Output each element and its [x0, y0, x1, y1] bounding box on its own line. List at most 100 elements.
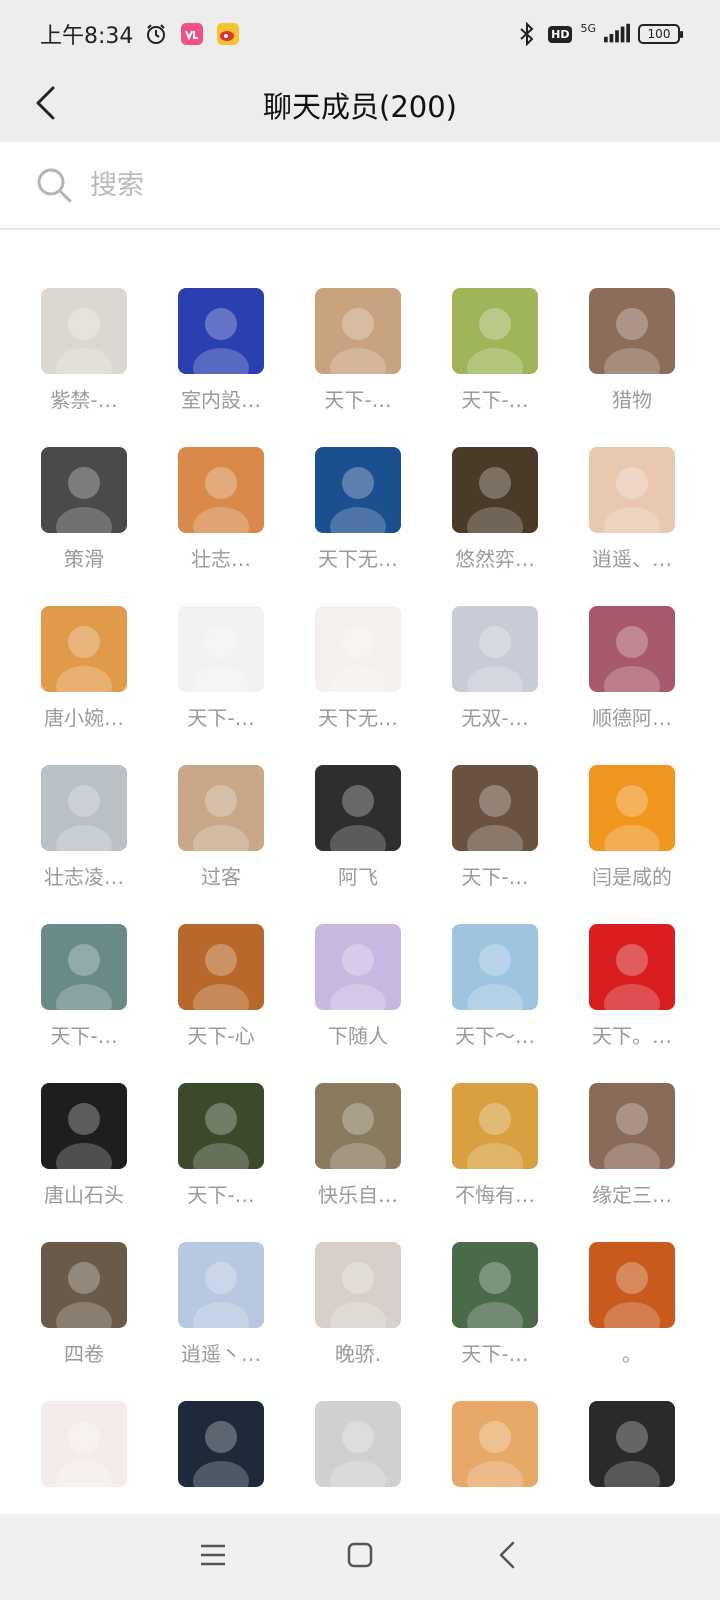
- member-item[interactable]: 悠然弈…: [427, 447, 564, 588]
- member-name: 壮志…: [191, 547, 251, 571]
- member-item[interactable]: 天下-心: [153, 924, 290, 1065]
- member-item[interactable]: 无双-…: [427, 606, 564, 747]
- member-item[interactable]: 晚骄.: [290, 1242, 427, 1383]
- member-avatar[interactable]: [178, 1401, 264, 1487]
- member-avatar[interactable]: [315, 288, 401, 374]
- member-item[interactable]: 紫禁-…: [16, 288, 153, 429]
- member-avatar[interactable]: [452, 1401, 538, 1487]
- member-avatar[interactable]: [41, 924, 127, 1010]
- member-avatar[interactable]: [315, 924, 401, 1010]
- avatar-image: [467, 467, 523, 533]
- search-input[interactable]: [90, 169, 650, 201]
- member-item[interactable]: 过客: [153, 765, 290, 906]
- member-item[interactable]: 天下-…: [427, 288, 564, 429]
- member-avatar[interactable]: [315, 447, 401, 533]
- avatar-image: [467, 1103, 523, 1169]
- member-name: 天下-…: [50, 1024, 118, 1048]
- member-item[interactable]: 下随人: [290, 924, 427, 1065]
- member-avatar[interactable]: [41, 1242, 127, 1328]
- member-avatar[interactable]: [178, 924, 264, 1010]
- avatar-image: [604, 944, 660, 1010]
- member-avatar[interactable]: [589, 606, 675, 692]
- member-item[interactable]: 阿飞: [290, 765, 427, 906]
- chevron-left-icon: [33, 85, 57, 125]
- member-avatar[interactable]: [178, 1083, 264, 1169]
- member-item[interactable]: 天下无…: [290, 606, 427, 747]
- member-avatar[interactable]: [452, 765, 538, 851]
- member-item[interactable]: 四卷: [16, 1242, 153, 1383]
- member-avatar[interactable]: [178, 1242, 264, 1328]
- member-item[interactable]: 天下-…: [153, 606, 290, 747]
- member-item[interactable]: 缘定三…: [564, 1083, 701, 1224]
- avatar-image: [467, 626, 523, 692]
- member-avatar[interactable]: [41, 447, 127, 533]
- member-avatar[interactable]: [178, 606, 264, 692]
- member-avatar[interactable]: [452, 288, 538, 374]
- member-avatar[interactable]: [589, 1401, 675, 1487]
- member-item[interactable]: 天下。…: [564, 924, 701, 1065]
- member-item[interactable]: [427, 1401, 564, 1514]
- member-avatar[interactable]: [589, 447, 675, 533]
- member-avatar[interactable]: [41, 1401, 127, 1487]
- back-button[interactable]: [22, 82, 68, 128]
- member-name: 缘定三…: [592, 1183, 672, 1207]
- member-avatar[interactable]: [178, 765, 264, 851]
- member-avatar[interactable]: [178, 447, 264, 533]
- member-item[interactable]: 快乐自…: [290, 1083, 427, 1224]
- member-grid-area[interactable]: 紫禁-… 室内設… 天下-… 天下-… 猎物 策滑 壮志… 天下无… 悠然弈… 逍遥、… 唐小婉… 天…: [0, 232, 720, 1514]
- member-item[interactable]: 顺德阿…: [564, 606, 701, 747]
- member-avatar[interactable]: [315, 765, 401, 851]
- member-avatar[interactable]: [589, 288, 675, 374]
- member-item[interactable]: 唐山石头: [16, 1083, 153, 1224]
- member-avatar[interactable]: [315, 1242, 401, 1328]
- member-avatar[interactable]: [452, 924, 538, 1010]
- member-avatar[interactable]: [41, 288, 127, 374]
- avatar-image: [330, 944, 386, 1010]
- member-avatar[interactable]: [315, 1083, 401, 1169]
- member-item[interactable]: 天下-…: [16, 924, 153, 1065]
- avatar-image: [604, 1421, 660, 1487]
- member-item[interactable]: 。: [564, 1242, 701, 1383]
- member-item[interactable]: 天下～…: [427, 924, 564, 1065]
- member-item[interactable]: 策滑: [16, 447, 153, 588]
- member-avatar[interactable]: [452, 447, 538, 533]
- member-avatar[interactable]: [41, 765, 127, 851]
- menu-button[interactable]: [183, 1527, 243, 1587]
- member-item[interactable]: 猎物: [564, 288, 701, 429]
- member-avatar[interactable]: [589, 1083, 675, 1169]
- member-name: 天下-…: [461, 1342, 529, 1366]
- member-item[interactable]: [16, 1401, 153, 1514]
- member-item[interactable]: 天下-…: [290, 288, 427, 429]
- search-bar[interactable]: [0, 142, 720, 230]
- member-item[interactable]: 天下-…: [427, 1242, 564, 1383]
- member-avatar[interactable]: [452, 606, 538, 692]
- member-item[interactable]: [564, 1401, 701, 1514]
- system-back-button[interactable]: [477, 1527, 537, 1587]
- member-item[interactable]: 天下-…: [427, 765, 564, 906]
- member-item[interactable]: 室内設…: [153, 288, 290, 429]
- member-avatar[interactable]: [315, 606, 401, 692]
- member-avatar[interactable]: [589, 765, 675, 851]
- member-name: 紫禁-…: [50, 388, 118, 412]
- member-avatar[interactable]: [41, 606, 127, 692]
- member-item[interactable]: 逍遥丶…: [153, 1242, 290, 1383]
- member-item[interactable]: 天下-…: [153, 1083, 290, 1224]
- member-item[interactable]: 天下无…: [290, 447, 427, 588]
- avatar-image: [56, 1421, 112, 1487]
- member-avatar[interactable]: [452, 1242, 538, 1328]
- member-item[interactable]: 逍遥、…: [564, 447, 701, 588]
- member-item[interactable]: 唐小婉…: [16, 606, 153, 747]
- member-avatar[interactable]: [41, 1083, 127, 1169]
- member-avatar[interactable]: [178, 288, 264, 374]
- member-item[interactable]: 壮志凌…: [16, 765, 153, 906]
- member-item[interactable]: [290, 1401, 427, 1514]
- member-avatar[interactable]: [589, 924, 675, 1010]
- member-avatar[interactable]: [589, 1242, 675, 1328]
- member-item[interactable]: 不悔有…: [427, 1083, 564, 1224]
- member-avatar[interactable]: [315, 1401, 401, 1487]
- member-avatar[interactable]: [452, 1083, 538, 1169]
- member-item[interactable]: 闫是咸的: [564, 765, 701, 906]
- member-item[interactable]: 壮志…: [153, 447, 290, 588]
- home-button[interactable]: [330, 1527, 390, 1587]
- member-item[interactable]: [153, 1401, 290, 1514]
